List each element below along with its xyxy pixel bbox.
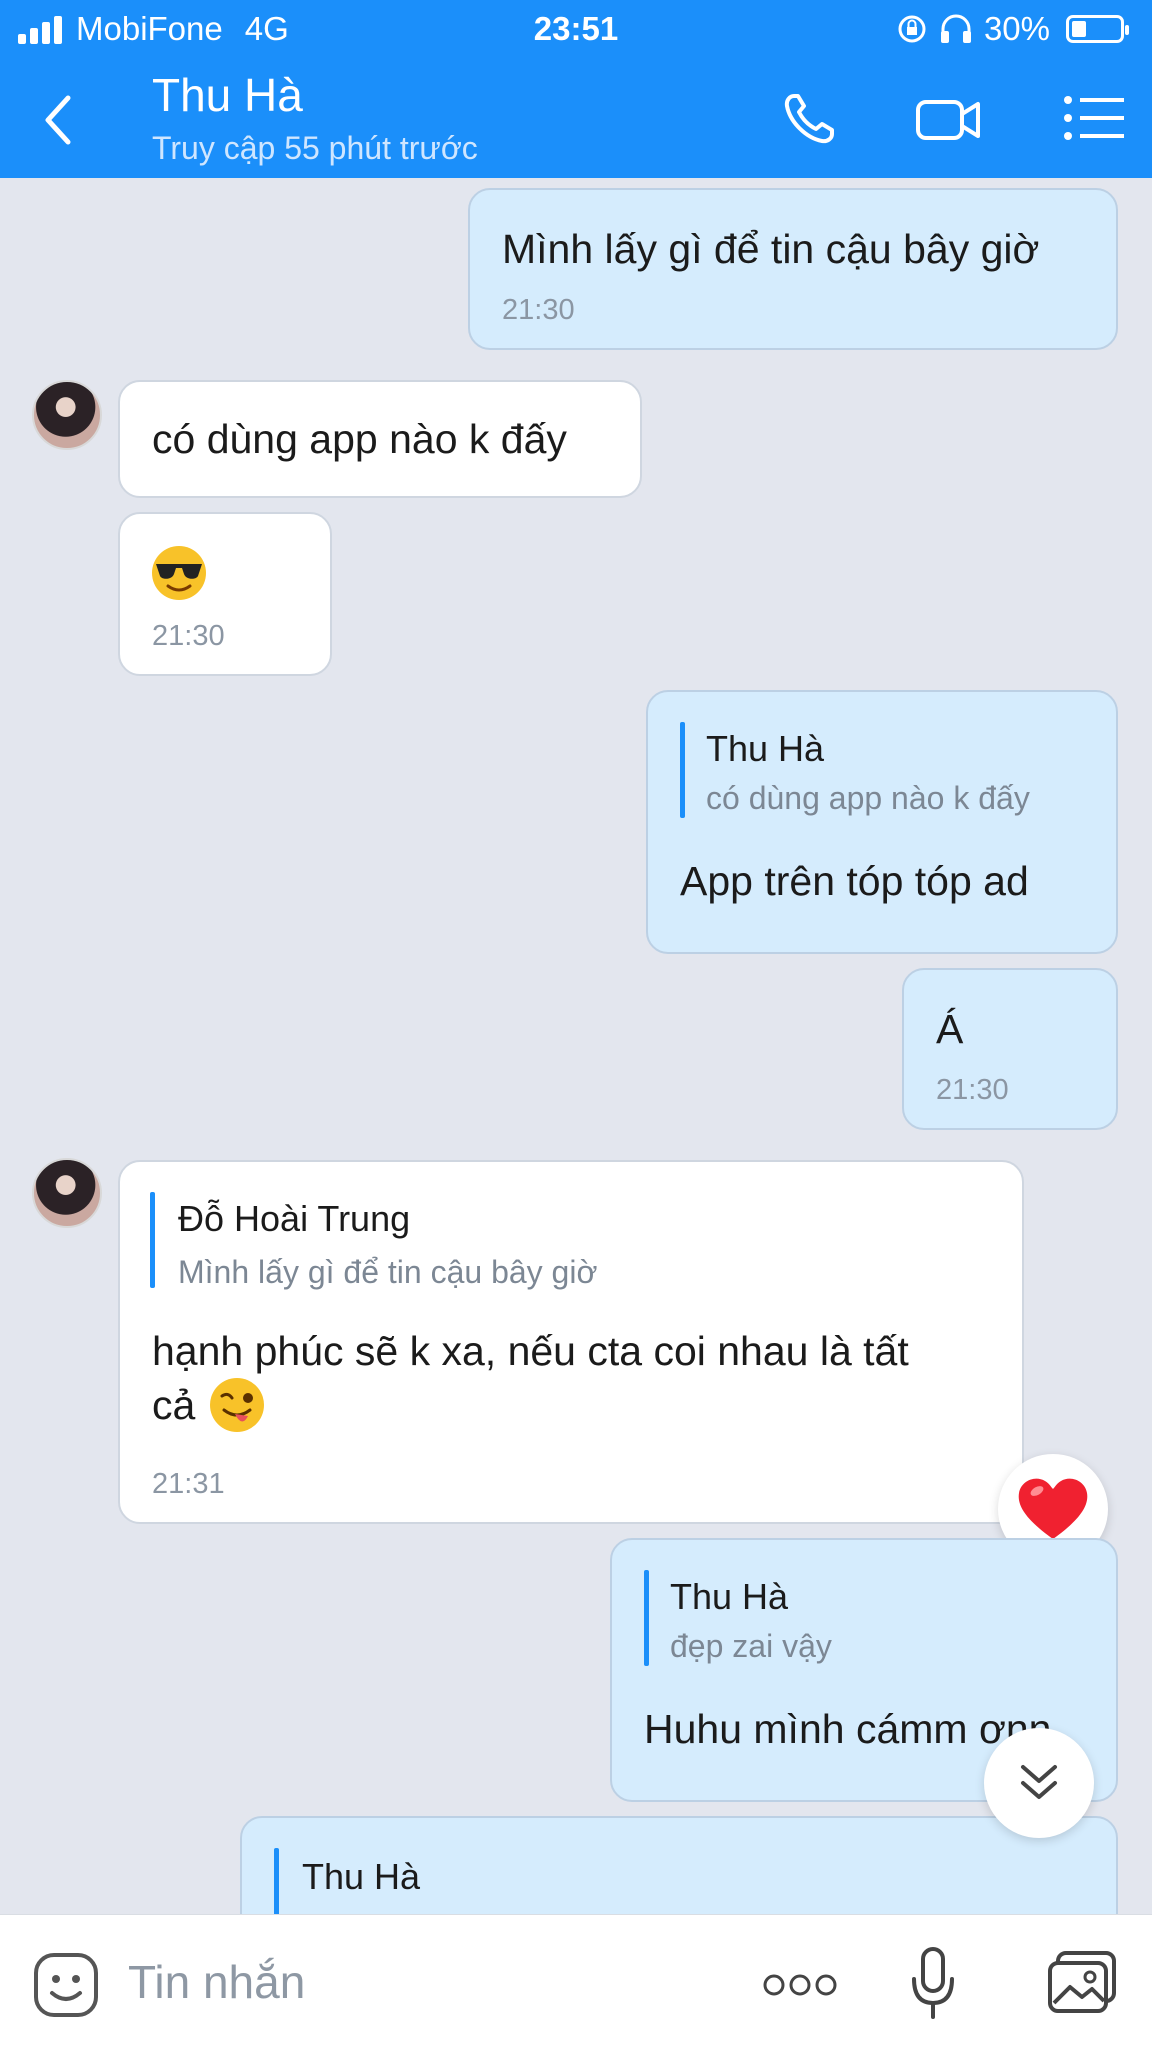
double-chevron-down-icon	[1021, 1765, 1057, 1799]
quote-author: Thu Hà	[670, 1576, 789, 1617]
microphone-icon[interactable]	[908, 1945, 958, 2025]
status-bar: MobiFone 4G 23:51 30%	[0, 0, 1152, 60]
battery-percent: 30%	[983, 10, 1050, 47]
quote-bar	[680, 722, 685, 818]
winking-tongue-emoji-icon	[210, 1378, 264, 1432]
quote-text: có dùng app nào k đấy	[706, 780, 1030, 816]
quote-text: Mình lấy gì để tin cậu bây giờ	[178, 1254, 598, 1290]
heart-icon	[1018, 1478, 1088, 1539]
message-text: cả	[152, 1382, 196, 1428]
quote-bar	[150, 1192, 155, 1288]
message-bubble-received[interactable]: 21:30	[118, 512, 332, 676]
message-input[interactable]: Tin nhắn	[128, 1955, 305, 2009]
image-icon[interactable]	[1046, 1949, 1118, 2015]
chat-header: Thu Hà Truy cập 55 phút trước	[0, 60, 1152, 178]
battery-icon	[1066, 15, 1129, 43]
phone-icon[interactable]	[776, 86, 846, 152]
message-bubble-sent[interactable]: Mình lấy gì để tin cậu bây giờ 21:30	[468, 188, 1118, 350]
sunglasses-emoji-icon	[152, 546, 206, 600]
last-seen-status: Truy cập 55 phút trước	[152, 130, 478, 166]
message-input-bar: Tin nhắn	[0, 1914, 1152, 2048]
contact-name[interactable]: Thu Hà	[152, 68, 303, 122]
message-bubble-sent[interactable]: Á 21:30	[902, 968, 1118, 1130]
message-time: 21:30	[502, 294, 575, 326]
message-time: 21:31	[152, 1468, 225, 1500]
more-dots-icon[interactable]	[762, 1971, 838, 1999]
message-bubble-sent[interactable]: Thu Hà có dùng app nào k đấy App trên tó…	[646, 690, 1118, 954]
rotation-lock-icon	[898, 15, 926, 43]
message-text: Mình lấy gì để tin cậu bây giờ	[502, 226, 1040, 272]
avatar[interactable]	[32, 380, 102, 450]
message-text: có dùng app nào k đấy	[152, 416, 567, 462]
quote-text: đẹp zai vậy	[670, 1628, 832, 1664]
headphones-icon	[940, 14, 971, 43]
message-text: Huhu mình cámm ơnn	[644, 1706, 1052, 1752]
message-bubble-received[interactable]: Đỗ Hoài Trung Mình lấy gì để tin cậu bây…	[118, 1160, 1024, 1524]
quote-author: Thu Hà	[706, 728, 825, 769]
quote-bar	[644, 1570, 649, 1666]
avatar[interactable]	[32, 1158, 102, 1228]
status-right: 30%	[896, 10, 1129, 48]
sticker-icon[interactable]	[32, 1951, 100, 2019]
message-bubble-received[interactable]: có dùng app nào k đấy	[118, 380, 642, 498]
video-icon[interactable]	[914, 86, 984, 152]
chevron-left-icon[interactable]	[36, 90, 86, 150]
scroll-to-bottom-button[interactable]	[984, 1728, 1094, 1838]
message-text: App trên tóp tóp ad	[680, 858, 1029, 904]
quote-author: Thu Hà	[302, 1856, 421, 1897]
message-text: hạnh phúc sẽ k xa, nếu cta coi nhau là t…	[152, 1328, 909, 1374]
message-text: Á	[936, 1006, 964, 1052]
list-icon[interactable]	[1060, 86, 1130, 152]
quote-author: Đỗ Hoài Trung	[178, 1198, 411, 1239]
message-time: 21:30	[152, 620, 225, 652]
message-time: 21:30	[936, 1074, 1009, 1106]
